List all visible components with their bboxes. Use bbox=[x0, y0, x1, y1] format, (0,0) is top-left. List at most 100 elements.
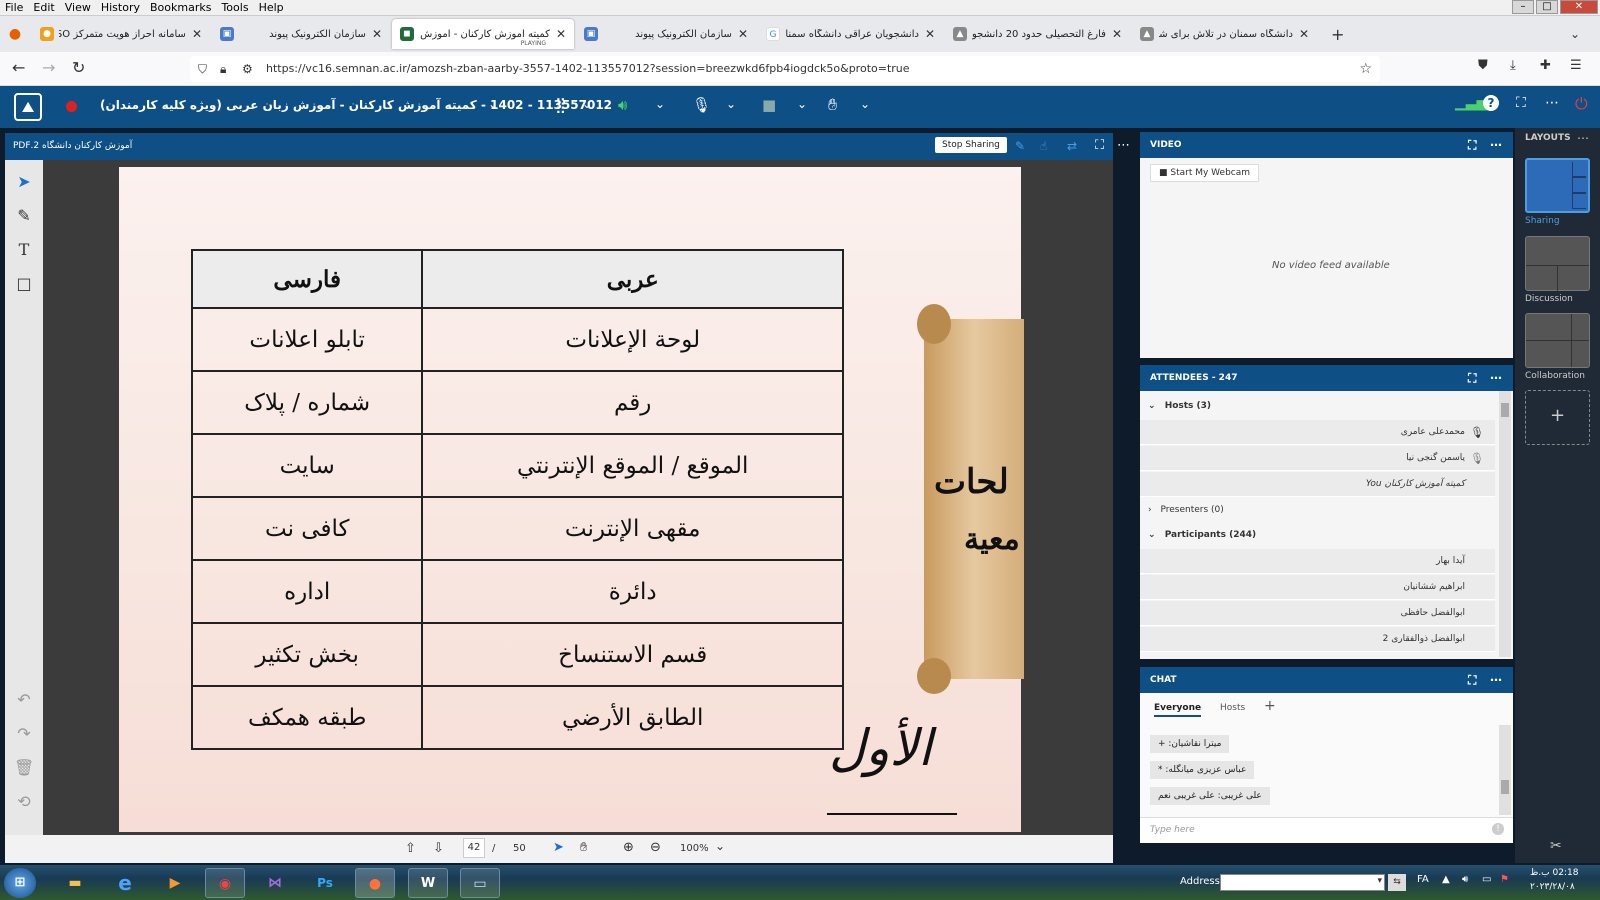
menu-bookmarks[interactable]: Bookmarks bbox=[145, 0, 216, 15]
presenters-group-header[interactable]: › Presenters (0) bbox=[1140, 498, 1495, 522]
hosts-group-header[interactable]: ⌄ Hosts (3) bbox=[1140, 394, 1495, 418]
tab-semnan[interactable]: ▲ دانشگاه سمنان در تلاش برای شتاب ✕ bbox=[1132, 19, 1317, 49]
participant-row[interactable]: ابوالفضل حافظی bbox=[1140, 601, 1495, 626]
layout-collaboration-label[interactable]: Collaboration bbox=[1525, 371, 1585, 381]
host-row[interactable]: محمدعلی عامری 🎙︎ bbox=[1140, 420, 1495, 445]
selection-arrow-icon[interactable]: ➤ bbox=[14, 172, 34, 192]
window-taskbar-icon[interactable]: ▭ bbox=[460, 868, 500, 898]
more-options-icon[interactable]: ⋯ bbox=[1545, 95, 1559, 111]
speaker-chevron-icon[interactable]: ⌄ bbox=[655, 97, 665, 111]
raise-hand-icon[interactable]: ✋︎ bbox=[828, 95, 837, 115]
menu-history[interactable]: History bbox=[96, 0, 145, 15]
action-center-icon[interactable]: ⚑ bbox=[1500, 874, 1509, 885]
minimize-button[interactable]: – bbox=[1512, 0, 1534, 14]
app-menu-icon[interactable]: ☰ bbox=[1570, 58, 1582, 73]
delete-icon[interactable]: 🗑︎ bbox=[14, 758, 34, 778]
pod-maximize-icon[interactable]: ⛶ bbox=[1095, 138, 1104, 153]
word-taskbar-icon[interactable]: W bbox=[408, 868, 448, 898]
participant-row[interactable]: ابراهیم ششانیان bbox=[1140, 575, 1495, 600]
address-dropdown-icon[interactable]: ▾ bbox=[1377, 876, 1382, 886]
shield-icon[interactable]: ⛉ bbox=[198, 56, 207, 82]
hand-pan-icon[interactable]: ✋︎ bbox=[580, 840, 587, 855]
participants-group-header[interactable]: ⌄ Participants (244) bbox=[1140, 523, 1495, 547]
tab-graduates[interactable]: ▲ فارغ التحصیلی حدود 20 دانشجوی ✕ bbox=[945, 19, 1130, 49]
zoom-out-icon[interactable]: ⊖ bbox=[650, 840, 661, 855]
reload-icon[interactable]: ↻ bbox=[72, 58, 85, 77]
forward-icon[interactable]: → bbox=[42, 58, 55, 77]
apps-chevron-icon[interactable]: ⌄ bbox=[582, 97, 592, 111]
pod-options-icon[interactable]: ⋯ bbox=[1490, 132, 1502, 158]
pencil-icon[interactable]: ✎ bbox=[14, 206, 34, 226]
attendees-scrollbar[interactable] bbox=[1499, 391, 1511, 657]
input-language-indicator[interactable]: FA bbox=[1417, 874, 1429, 885]
volume-tray-icon[interactable]: 🔊︎ bbox=[1462, 874, 1468, 885]
close-tab-icon[interactable]: ✕ bbox=[372, 27, 382, 41]
participant-row[interactable]: ابوالفضل ذوالفقاری 2 bbox=[1140, 627, 1495, 652]
tools-icon[interactable]: ✂ bbox=[1550, 838, 1562, 854]
close-tab-icon[interactable]: ✕ bbox=[1112, 27, 1122, 41]
tab-active-meeting[interactable]: ◼ کمیته آموزش کارکنان - آموزش زبان PLAYI… bbox=[392, 19, 574, 49]
power-icon[interactable]: ⏻ bbox=[1575, 94, 1588, 114]
layouts-options-icon[interactable]: ⋯ bbox=[1577, 131, 1589, 145]
menu-help[interactable]: Help bbox=[254, 0, 289, 15]
close-tab-icon[interactable]: ✕ bbox=[925, 27, 935, 41]
zoom-chevron-icon[interactable]: ⌄ bbox=[715, 839, 725, 853]
mic-chevron-icon[interactable]: ⌄ bbox=[726, 97, 736, 111]
collapse-chevron-icon[interactable]: ⌄ bbox=[1148, 401, 1156, 411]
tab-google[interactable]: G دانشجویان عراقی دانشگاه سمنان - ✕ bbox=[758, 19, 943, 49]
lock-icon[interactable]: 🔒︎ bbox=[220, 56, 226, 82]
pointer-tool-icon[interactable]: ☝︎ bbox=[1040, 139, 1047, 153]
menu-file[interactable]: File bbox=[0, 0, 28, 15]
firefox-menu-icon[interactable]: ● bbox=[0, 26, 30, 42]
zoom-level[interactable]: 100% bbox=[680, 843, 709, 854]
sync-icon[interactable]: ⇄ bbox=[1067, 139, 1077, 153]
help-icon[interactable]: ? bbox=[1483, 95, 1499, 111]
extensions-icon[interactable]: ✚ bbox=[1540, 58, 1551, 73]
scrollbar-thumb[interactable] bbox=[1501, 403, 1509, 417]
draw-tool-icon[interactable]: ✎ bbox=[1015, 139, 1025, 153]
expand-chevron-icon[interactable]: › bbox=[1148, 505, 1152, 515]
chat-tab-everyone[interactable]: Everyone bbox=[1154, 703, 1202, 717]
camera-chevron-icon[interactable]: ⌄ bbox=[797, 97, 807, 111]
tab-sso[interactable]: ● سامانه احراز هویت متمرکز SSO - ✕ bbox=[32, 19, 210, 49]
media-player-taskbar-icon[interactable]: ▶ bbox=[155, 868, 195, 898]
microphone-icon[interactable]: 🎙︎ bbox=[692, 96, 711, 114]
close-tab-icon[interactable]: ✕ bbox=[738, 27, 748, 41]
firefox-taskbar-icon[interactable]: ● bbox=[355, 868, 395, 898]
url-bar[interactable]: ⛉ 🔒︎ ⚙ https://vc16.semnan.ac.ir/amozsh-… bbox=[190, 56, 1380, 82]
layout-sharing-thumbnail[interactable] bbox=[1525, 158, 1590, 213]
pod-options-icon[interactable]: ⋯ bbox=[1490, 667, 1502, 693]
participant-row[interactable]: آیدا بهار bbox=[1140, 549, 1495, 574]
close-tab-icon[interactable]: ✕ bbox=[1299, 27, 1309, 41]
redo-icon[interactable]: ↷ bbox=[14, 724, 34, 744]
chat-tab-hosts[interactable]: Hosts bbox=[1220, 703, 1245, 713]
status-chevron-icon[interactable]: ⌄ bbox=[860, 97, 870, 111]
pod-maximize-icon[interactable]: ⛶ bbox=[1468, 667, 1476, 693]
close-tab-icon[interactable]: ✕ bbox=[556, 27, 566, 41]
pod-maximize-icon[interactable]: ⛶ bbox=[1468, 365, 1476, 391]
permissions-icon[interactable]: ⚙ bbox=[242, 56, 253, 82]
menu-view[interactable]: View bbox=[60, 0, 96, 15]
visual-studio-taskbar-icon[interactable]: ⋈ bbox=[255, 868, 295, 898]
host-row-self[interactable]: کمیته آموزش کارکنان You bbox=[1140, 472, 1495, 497]
apps-grid-icon[interactable]: ⣿ bbox=[555, 96, 566, 114]
text-tool-icon[interactable]: T bbox=[14, 240, 34, 260]
explorer-taskbar-icon[interactable]: ▬ bbox=[55, 868, 95, 898]
previous-page-icon[interactable]: ⇧ bbox=[405, 841, 416, 856]
chat-scrollbar[interactable] bbox=[1499, 725, 1511, 815]
layout-collaboration-thumbnail[interactable] bbox=[1525, 313, 1590, 368]
close-window-button[interactable]: ✕ bbox=[1560, 0, 1598, 14]
menu-edit[interactable]: Edit bbox=[28, 0, 59, 15]
camera-icon[interactable]: ■ bbox=[762, 96, 776, 114]
stop-sharing-button[interactable]: Stop Sharing bbox=[935, 137, 1007, 153]
network-tray-icon[interactable]: ▭ bbox=[1482, 874, 1491, 885]
host-row[interactable]: یاسمن گنجی نیا 🎙︎ bbox=[1140, 446, 1495, 471]
add-chat-tab-icon[interactable]: + bbox=[1264, 698, 1276, 714]
tab-peyvand-2[interactable]: ▣ سازمان الکترونیک پیوند ✕ bbox=[576, 19, 756, 49]
select-cursor-icon[interactable]: ➤ bbox=[553, 840, 564, 855]
address-toolbar-input[interactable]: ▾ bbox=[1220, 874, 1385, 891]
shape-tool-icon[interactable]: □ bbox=[14, 274, 34, 294]
clock-date[interactable]: ۲۰۲۳/۲۸/۰۸ bbox=[1530, 882, 1575, 892]
start-button-icon[interactable]: ⊞ bbox=[4, 868, 36, 898]
internet-explorer-taskbar-icon[interactable]: e bbox=[105, 868, 145, 898]
